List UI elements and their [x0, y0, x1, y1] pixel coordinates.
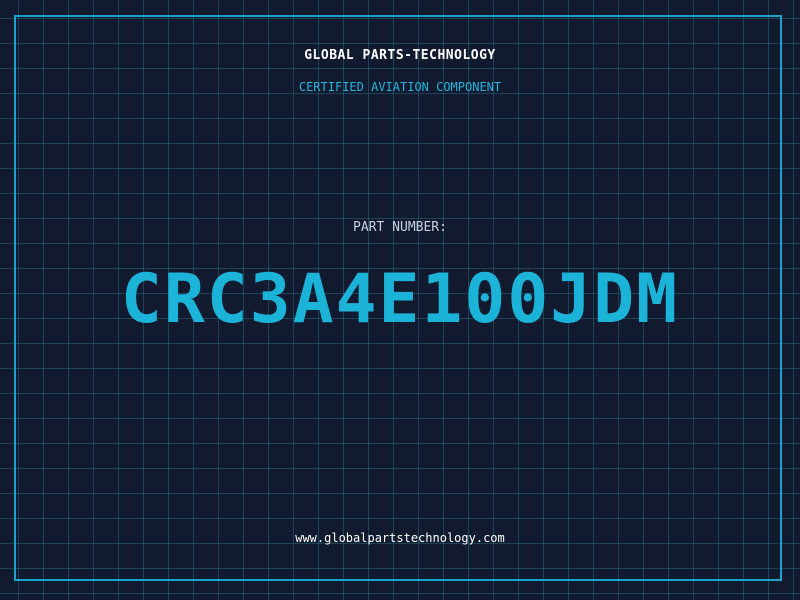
website-url: www.globalpartstechnology.com [295, 531, 505, 545]
company-name: GLOBAL PARTS-TECHNOLOGY [304, 48, 496, 63]
certification-subtitle: CERTIFIED AVIATION COMPONENT [298, 80, 502, 94]
part-number-label: PART NUMBER: [353, 220, 447, 235]
part-number-value: CRC3A4E100JDM [120, 260, 680, 339]
